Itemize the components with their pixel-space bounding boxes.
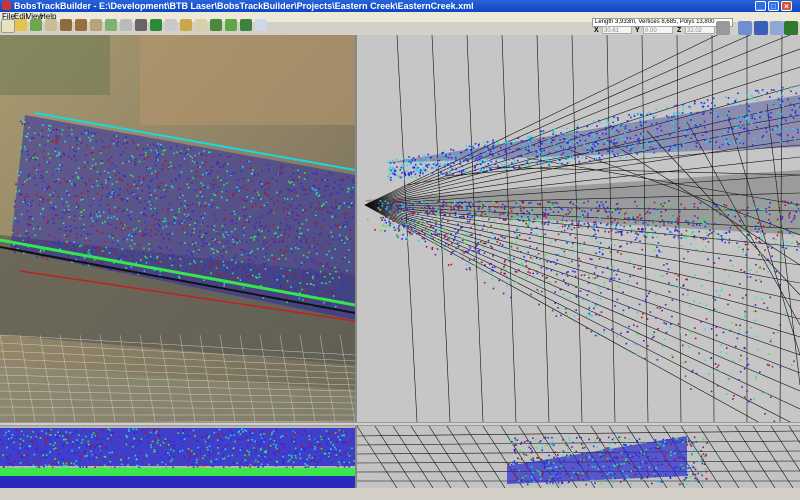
run-icon[interactable] — [784, 21, 798, 35]
viewport-top-left[interactable] — [0, 35, 355, 422]
x-field[interactable]: 30.61 — [602, 26, 632, 34]
side-view-canvas — [0, 428, 355, 488]
gear-icon[interactable] — [738, 21, 752, 35]
close-button[interactable]: × — [781, 1, 792, 11]
grass-icon[interactable] — [210, 19, 222, 31]
fence-icon[interactable] — [120, 19, 132, 31]
grid-icon[interactable] — [770, 21, 784, 35]
save-icon[interactable] — [30, 19, 42, 31]
x-label: X — [594, 27, 599, 34]
terrain-icon[interactable] — [45, 19, 57, 31]
y-field[interactable]: 0.00 — [643, 26, 673, 34]
aerial-view-canvas — [0, 35, 355, 422]
object-icon[interactable] — [180, 19, 192, 31]
elevation-view-canvas — [357, 426, 800, 488]
mesh-icon[interactable] — [225, 19, 237, 31]
coordinate-row: X 30.61 Y 0.00 Z 32.02 — [592, 26, 732, 35]
node-icon[interactable] — [150, 19, 162, 31]
perspective-view-canvas — [364, 35, 800, 422]
spline-icon[interactable] — [165, 19, 177, 31]
y-label: Y — [635, 27, 640, 34]
camera-icon[interactable] — [716, 21, 730, 35]
open-icon[interactable] — [15, 19, 27, 31]
bottom-status-strip — [0, 488, 800, 500]
minimize-button[interactable]: _ — [755, 1, 766, 11]
texture-icon[interactable] — [90, 19, 102, 31]
maximize-button[interactable]: □ — [768, 1, 779, 11]
road-icon[interactable] — [135, 19, 147, 31]
window-title: BobsTrackBuilder - E:\Development\BTB La… — [14, 1, 474, 11]
roof-points — [385, 95, 800, 163]
render-icon[interactable] — [255, 19, 267, 31]
z-field[interactable]: 32.02 — [685, 26, 715, 34]
wall-icon[interactable] — [105, 19, 117, 31]
layer-icon[interactable] — [75, 19, 87, 31]
app-icon — [2, 1, 11, 10]
viewport-bottom-left[interactable] — [0, 426, 355, 488]
photo-icon[interactable] — [60, 19, 72, 31]
building-icon[interactable] — [195, 19, 207, 31]
viewport-top-right[interactable] — [357, 35, 800, 422]
select-icon[interactable] — [754, 21, 768, 35]
title-bar: BobsTrackBuilder - E:\Development\BTB La… — [0, 0, 800, 12]
toolbar — [0, 17, 590, 34]
z-label: Z — [677, 27, 682, 34]
tree-icon[interactable] — [240, 19, 252, 31]
new-icon[interactable] — [1, 19, 15, 33]
viewport-bottom-right[interactable] — [357, 426, 800, 488]
